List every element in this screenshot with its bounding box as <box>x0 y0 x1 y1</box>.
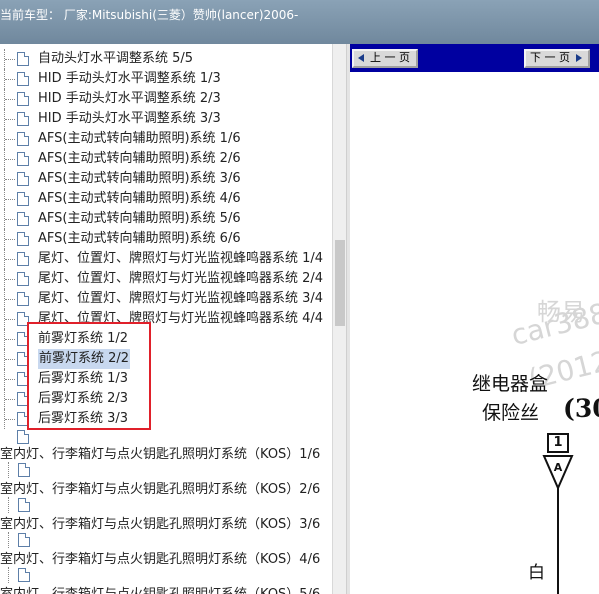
tree-item-label[interactable]: AFS(主动式转向辅助照明)系统 6/6 <box>38 229 241 249</box>
tree-item-label[interactable]: AFS(主动式转向辅助照明)系统 3/6 <box>38 169 241 189</box>
document-icon <box>17 212 29 226</box>
connector-number: 1 <box>547 433 569 453</box>
tree-item-label[interactable]: 尾灯、位置灯、牌照灯与灯光监视蜂鸣器系统 2/4 <box>38 269 323 289</box>
tree-item-outdented[interactable]: 室内灯、行李箱灯与点火钥匙孔照明灯系统（KOS）2/6 <box>0 480 332 515</box>
connector-letter: A <box>554 461 563 474</box>
next-page-button[interactable]: 下 一 页 <box>524 49 590 68</box>
document-icon <box>18 463 30 477</box>
document-icon <box>18 498 30 512</box>
document-icon <box>18 533 30 547</box>
document-icon <box>17 192 29 206</box>
document-icon <box>17 112 29 126</box>
document-icon <box>17 72 29 86</box>
document-icon <box>17 252 29 266</box>
connector-arrow: A <box>542 455 574 491</box>
fuse-number: (30 <box>563 394 599 423</box>
tree-item-label[interactable]: AFS(主动式转向辅助照明)系统 1/6 <box>38 129 241 149</box>
arrow-left-icon <box>358 54 364 62</box>
title-bar: 当前车型： 厂家:Mitsubishi(三菱）赞帅(lancer)2006- <box>0 0 599 44</box>
tree-item-outdented[interactable]: 室内灯、行李箱灯与点火钥匙孔照明灯系统（KOS）3/6 <box>0 515 332 550</box>
arrow-right-icon <box>576 54 582 62</box>
tree-item-label[interactable]: 自动头灯水平调整系统 5/5 <box>38 49 193 69</box>
document-icon <box>17 232 29 246</box>
next-page-label: 下 一 页 <box>530 51 570 64</box>
tree-item-label[interactable]: 室内灯、行李箱灯与点火钥匙孔照明灯系统（KOS）2/6 <box>0 480 320 500</box>
tree-item-label[interactable]: HID 手动头灯水平调整系统 2/3 <box>38 89 221 109</box>
tree-item-outdented[interactable]: 室内灯、行李箱灯与点火钥匙孔照明灯系统（KOS）1/6 <box>0 445 332 480</box>
tree-item-empty[interactable] <box>0 427 30 447</box>
page-nav-bar: 上 一 页 下 一 页 <box>350 44 599 72</box>
diagram-viewer: 上 一 页 下 一 页 畅易 car388.c (2012 继电器盒 保险丝 (… <box>350 44 599 594</box>
highlight-box <box>27 322 151 430</box>
tree-item-outdented[interactable]: 室内灯、行李箱灯与点火钥匙孔照明灯系统（KOS）4/6 <box>0 550 332 585</box>
document-icon <box>17 92 29 106</box>
document-icon <box>17 172 29 186</box>
document-icon <box>17 272 29 286</box>
document-icon <box>17 430 29 444</box>
document-icon <box>17 52 29 66</box>
tree-item-label[interactable]: HID 手动头灯水平调整系统 3/3 <box>38 109 221 129</box>
relay-box-label: 继电器盒 <box>472 373 549 395</box>
prev-page-button[interactable]: 上 一 页 <box>352 49 418 68</box>
tree-scrollbar[interactable] <box>332 44 346 594</box>
tree-item-label[interactable]: AFS(主动式转向辅助照明)系统 2/6 <box>38 149 241 169</box>
scrollbar-thumb[interactable] <box>335 240 345 326</box>
tree-item-label[interactable]: 室内灯、行李箱灯与点火钥匙孔照明灯系统（KOS）1/6 <box>0 445 320 465</box>
tree-item-label[interactable]: 尾灯、位置灯、牌照灯与灯光监视蜂鸣器系统 3/4 <box>38 289 323 309</box>
document-icon <box>17 292 29 306</box>
tree-item-outdented[interactable]: 室内灯、行李箱灯与点火钥匙孔照明灯系统（KOS）5/6 <box>0 585 332 594</box>
fuse-label: 保险丝 <box>482 402 540 424</box>
tree-item-label[interactable]: 室内灯、行李箱灯与点火钥匙孔照明灯系统（KOS）4/6 <box>0 550 320 570</box>
tree-item-label[interactable]: AFS(主动式转向辅助照明)系统 4/6 <box>38 189 241 209</box>
document-icon <box>17 152 29 166</box>
tree-item-label[interactable]: AFS(主动式转向辅助照明)系统 5/6 <box>38 209 241 229</box>
tree-item-label[interactable]: 尾灯、位置灯、牌照灯与灯光监视蜂鸣器系统 1/4 <box>38 249 323 269</box>
tree-item-label[interactable]: 室内灯、行李箱灯与点火钥匙孔照明灯系统（KOS）3/6 <box>0 515 320 535</box>
prev-page-label: 上 一 页 <box>370 51 410 64</box>
wire-color-label: 白 <box>528 563 545 583</box>
tree-item-label[interactable]: 室内灯、行李箱灯与点火钥匙孔照明灯系统（KOS）5/6 <box>0 585 320 594</box>
document-icon <box>17 132 29 146</box>
document-tree[interactable]: 自动头灯水平调整系统 5/5 HID 手动头灯水平调整系统 1/3 HID 手动… <box>0 44 332 594</box>
document-icon <box>18 568 30 582</box>
vehicle-model-title: 当前车型： 厂家:Mitsubishi(三菱）赞帅(lancer)2006- <box>0 8 299 22</box>
wire-line <box>557 488 559 594</box>
tree-item-label[interactable]: HID 手动头灯水平调整系统 1/3 <box>38 69 221 89</box>
